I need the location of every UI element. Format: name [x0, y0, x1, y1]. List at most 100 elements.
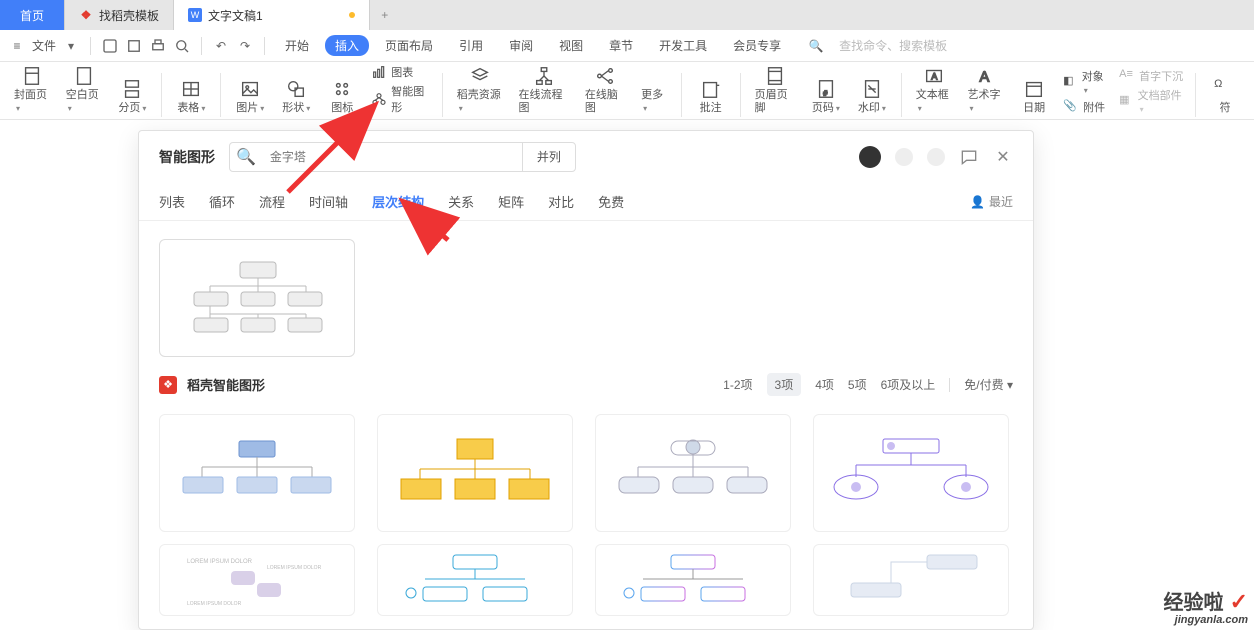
ribbon-mindmap[interactable]: 在线脑图: [579, 63, 631, 117]
pagebreak-icon: [121, 78, 143, 100]
ribbon-smart[interactable]: 智能图形: [371, 83, 430, 115]
redo-icon[interactable]: ↷: [236, 37, 254, 55]
template-card[interactable]: [377, 544, 573, 616]
search-hint[interactable]: 查找命令、搜索模板: [839, 37, 947, 54]
builtin-card[interactable]: [159, 239, 355, 357]
ribbon-dropcap[interactable]: A≡首字下沉: [1119, 68, 1183, 84]
template-thumb: [395, 549, 555, 611]
filter-3[interactable]: 3项: [767, 373, 802, 396]
preview-icon[interactable]: [173, 37, 191, 55]
template-card[interactable]: [813, 544, 1009, 616]
watermark-icon: [861, 78, 883, 100]
menu-devtools[interactable]: 开发工具: [649, 35, 717, 56]
divider: [220, 73, 221, 117]
template-card[interactable]: [159, 414, 355, 532]
close-button[interactable]: ✕: [993, 147, 1013, 167]
filter-6plus[interactable]: 6项及以上: [881, 376, 936, 393]
ribbon-comment[interactable]: 批注: [690, 76, 732, 117]
tab-home[interactable]: 首页: [0, 0, 65, 30]
status-icon-2: [927, 148, 945, 166]
ribbon-cover[interactable]: 封面页: [8, 63, 56, 117]
ribbon-picture[interactable]: 图片: [229, 76, 271, 117]
brand-icon: ❖: [159, 376, 177, 394]
menu-chapter[interactable]: 章节: [599, 35, 643, 56]
filter-1-2[interactable]: 1-2项: [723, 376, 752, 393]
chevron-down-icon[interactable]: ▾: [62, 37, 80, 55]
tab-document[interactable]: W 文字文稿1: [174, 0, 370, 30]
tab-compare[interactable]: 对比: [548, 190, 574, 213]
template-card[interactable]: LOREM IPSUM DOLOR LOREM IPSUM DOLOR LORE…: [159, 544, 355, 616]
tab-templates[interactable]: ❖ 找稻壳模板: [65, 0, 174, 30]
watermark: 经验啦 ✓ jingyanla.com: [1163, 590, 1248, 626]
smart-graphic-panel: 智能图形 🔍 并列 ✕ 列表 循环 流程 时间轴 层次结构 关系 矩阵 对比 免…: [138, 130, 1034, 630]
tab-process[interactable]: 流程: [259, 190, 285, 213]
template-card[interactable]: [595, 414, 791, 532]
undo-icon[interactable]: ↶: [212, 37, 230, 55]
menu-reference[interactable]: 引用: [449, 35, 493, 56]
menu-file[interactable]: 文件: [32, 37, 56, 54]
tab-cycle[interactable]: 循环: [209, 190, 235, 213]
tab-timeline[interactable]: 时间轴: [309, 190, 348, 213]
tab-relation[interactable]: 关系: [448, 190, 474, 213]
print-preview-icon[interactable]: [125, 37, 143, 55]
ribbon-pagenum[interactable]: #页码: [805, 76, 847, 117]
search-input[interactable]: [262, 150, 522, 164]
ribbon-pagebreak[interactable]: 分页: [111, 76, 153, 117]
menu-layout[interactable]: 页面布局: [375, 35, 443, 56]
divider: [1195, 73, 1196, 117]
hamburger-icon[interactable]: ≡: [8, 37, 26, 55]
label: 文本框: [916, 89, 952, 115]
new-tab-button[interactable]: +: [370, 0, 400, 30]
chat-icon[interactable]: [959, 147, 979, 167]
divider: [740, 73, 741, 117]
menu-review[interactable]: 审阅: [499, 35, 543, 56]
label: 日期: [1023, 102, 1045, 115]
watermark-line1: 经验啦: [1163, 592, 1223, 614]
ribbon-resources[interactable]: 稻壳资源: [451, 63, 509, 117]
search-go-button[interactable]: 并列: [522, 142, 575, 172]
ribbon-symbol[interactable]: Ω符: [1204, 76, 1246, 117]
template-card[interactable]: [377, 414, 573, 532]
filter-5[interactable]: 5项: [848, 376, 867, 393]
save-icon[interactable]: [101, 37, 119, 55]
search-icon[interactable]: 🔍: [807, 37, 825, 55]
tab-list[interactable]: 列表: [159, 190, 185, 213]
ribbon-table[interactable]: 表格: [170, 76, 212, 117]
menu-view[interactable]: 视图: [549, 35, 593, 56]
ribbon-date[interactable]: 日期: [1013, 76, 1055, 117]
recent-link[interactable]: 👤最近: [970, 193, 1013, 210]
divider: [901, 73, 902, 117]
filter-4[interactable]: 4项: [815, 376, 834, 393]
label: 附件: [1083, 99, 1105, 115]
ribbon-wordart[interactable]: A艺术字: [961, 63, 1009, 117]
menu-start[interactable]: 开始: [275, 35, 319, 56]
template-card[interactable]: [595, 544, 791, 616]
svg-text:LOREM IPSUM DOLOR: LOREM IPSUM DOLOR: [187, 559, 253, 565]
ribbon-flowchart[interactable]: 在线流程图: [513, 63, 575, 117]
ribbon-object[interactable]: ◧对象: [1063, 68, 1107, 96]
icon-icon: [331, 78, 353, 100]
filter-paid[interactable]: 免/付费 ▾: [964, 376, 1013, 393]
ribbon-headerfooter[interactable]: 页眉页脚: [749, 63, 801, 117]
divider: [201, 37, 202, 55]
tab-free[interactable]: 免费: [598, 190, 624, 213]
ribbon-docparts[interactable]: ▦文档部件: [1119, 87, 1183, 115]
dropcap-icon: A≡: [1119, 68, 1135, 84]
menu-insert[interactable]: 插入: [325, 35, 369, 56]
ribbon-icon[interactable]: 图标: [321, 76, 363, 117]
template-card[interactable]: [813, 414, 1009, 532]
menu-member[interactable]: 会员专享: [723, 35, 791, 56]
shape-icon: [285, 78, 307, 100]
ribbon-textbox[interactable]: A文本框: [910, 63, 958, 117]
tab-hierarchy[interactable]: 层次结构: [372, 190, 424, 213]
ribbon-attachment[interactable]: 📎附件: [1063, 99, 1107, 115]
ribbon-watermark[interactable]: 水印: [851, 76, 893, 117]
avatar[interactable]: [859, 146, 881, 168]
ribbon-more[interactable]: 更多: [635, 87, 673, 117]
ribbon-chart-smart: 图表 智能图形: [367, 62, 434, 117]
tab-matrix[interactable]: 矩阵: [498, 190, 524, 213]
ribbon-blank[interactable]: 空白页: [60, 63, 108, 117]
ribbon-chart[interactable]: 图表: [371, 64, 430, 80]
ribbon-shape[interactable]: 形状: [275, 76, 317, 117]
print-icon[interactable]: [149, 37, 167, 55]
